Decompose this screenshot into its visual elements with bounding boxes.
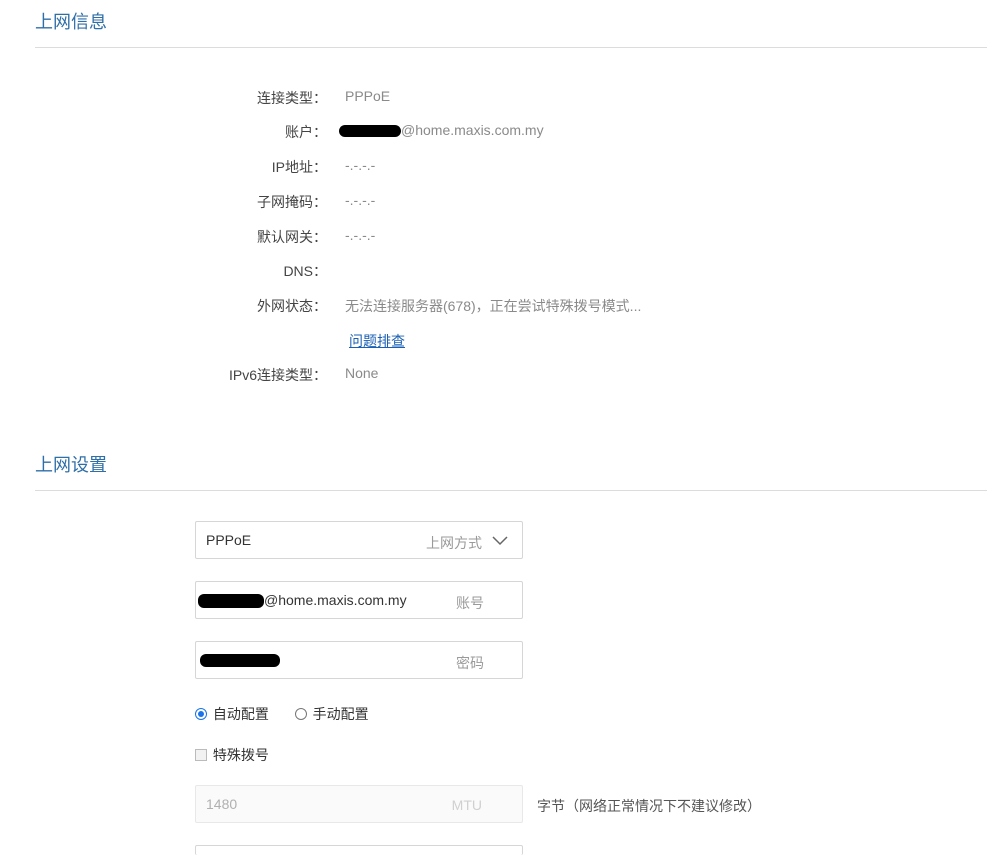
info-label: IPv6连接类型： — [228, 367, 327, 383]
info-section-title: 上网信息 — [35, 12, 107, 32]
password-input[interactable]: 密码 — [195, 641, 523, 679]
info-row-ipv6: IPv6连接类型： None — [0, 365, 987, 385]
manual-config-radio[interactable] — [294, 708, 307, 720]
config-radio-group: 自动配置 手动配置 — [195, 704, 369, 724]
info-value: -.-.-.- — [345, 227, 376, 243]
redaction-mark — [200, 654, 280, 667]
account-input[interactable]: @home.maxis.com.my 账号 — [195, 581, 523, 619]
input-value: @home.maxis.com.my — [198, 592, 407, 609]
info-label: 外网状态： — [257, 298, 327, 314]
info-divider — [35, 47, 987, 48]
info-row-account: 账户： @home.maxis.com.my — [0, 122, 987, 142]
info-label: 账户： — [285, 124, 327, 140]
input-hint: 密码 — [456, 655, 484, 671]
select-hint: 上网方式 — [426, 535, 482, 551]
troubleshoot-link[interactable]: 问题排查 — [349, 331, 405, 351]
manual-config-label[interactable]: 手动配置 — [313, 706, 369, 722]
special-dial-row: 特殊拨号 — [195, 745, 269, 765]
chevron-down-icon — [492, 536, 508, 546]
redaction-mark — [198, 594, 264, 609]
auto-config-radio[interactable] — [195, 708, 207, 720]
info-label: 子网掩码： — [257, 194, 327, 210]
info-label: 连接类型： — [257, 90, 327, 106]
auto-config-label[interactable]: 自动配置 — [213, 706, 269, 722]
connection-mode-select[interactable]: PPPoE 上网方式 — [195, 521, 523, 559]
info-label: DNS： — [283, 263, 327, 279]
select-value: PPPoE — [206, 532, 252, 548]
info-row-dns: DNS： — [0, 261, 987, 281]
info-value: -.-.-.- — [345, 157, 376, 173]
info-row-connection-type: 连接类型： PPPoE — [0, 88, 987, 108]
settings-section-title: 上网设置 — [35, 455, 107, 475]
redaction-mark — [339, 125, 401, 138]
info-value: -.-.-.- — [345, 192, 376, 208]
special-dial-checkbox[interactable] — [195, 749, 207, 761]
input-hint: 账号 — [456, 595, 484, 611]
info-row-gateway: 默认网关： -.-.-.- — [0, 227, 987, 247]
special-dial-label[interactable]: 特殊拨号 — [213, 747, 269, 763]
info-value: None — [345, 365, 379, 381]
mtu-hint: MTU — [451, 797, 482, 813]
info-row-ip: IP地址： -.-.-.- — [0, 157, 987, 177]
mtu-value: 1480 — [206, 796, 238, 812]
info-row-wan-status: 外网状态： 无法连接服务器(678)，正在尝试特殊拨号模式... — [0, 296, 987, 316]
info-value-account: @home.maxis.com.my — [339, 122, 544, 138]
next-field-partial[interactable] — [195, 845, 523, 855]
mtu-input[interactable]: 1480 MTU — [195, 785, 523, 823]
info-value: PPPoE — [345, 88, 391, 104]
mtu-note: 字节（网络正常情况下不建议修改） — [537, 798, 761, 814]
info-label: 默认网关： — [257, 229, 327, 245]
info-row-subnet: 子网掩码： -.-.-.- — [0, 192, 987, 212]
info-label: IP地址： — [271, 159, 327, 175]
settings-divider — [35, 490, 987, 491]
info-value-status: 无法连接服务器(678)，正在尝试特殊拨号模式... — [345, 298, 642, 314]
